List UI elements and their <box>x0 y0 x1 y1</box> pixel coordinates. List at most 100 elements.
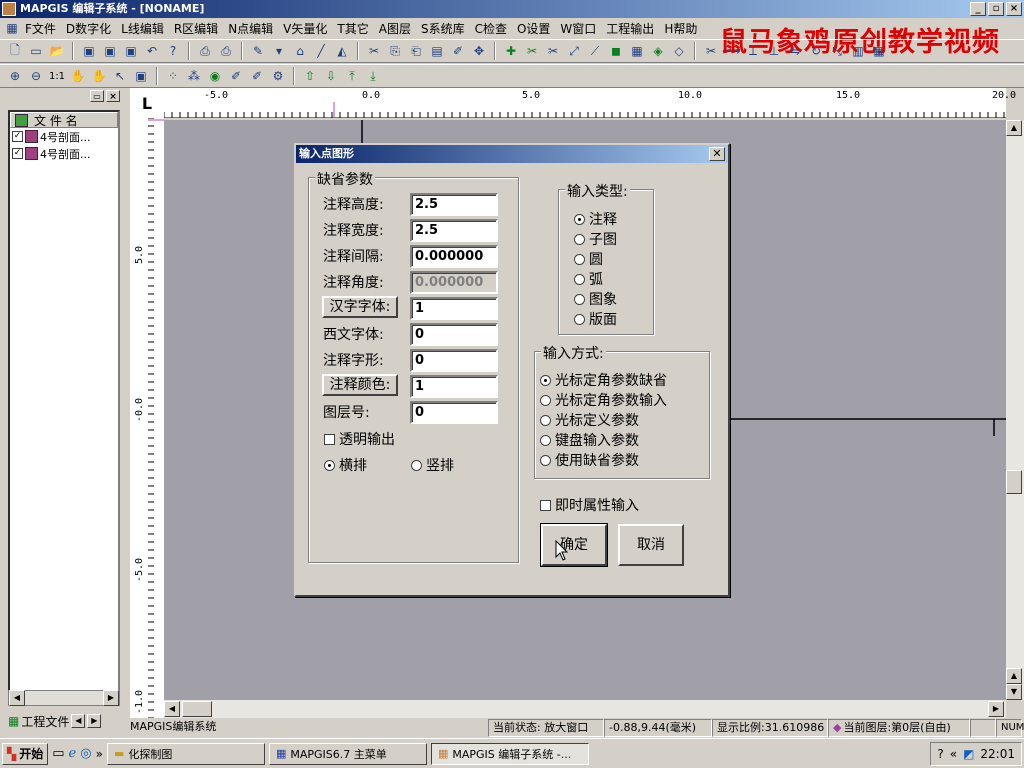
arrow-down-icon[interactable]: ⇩ <box>322 67 340 85</box>
start-button[interactable]: ▚ 开始 <box>2 742 49 765</box>
point-copy-icon[interactable]: ✐ <box>248 67 266 85</box>
pan-icon[interactable]: ✋ <box>90 67 108 85</box>
rotate-icon[interactable]: ↻ <box>807 42 825 60</box>
line-input-icon[interactable]: ╱ <box>312 42 330 60</box>
menu-line-edit[interactable]: L线编辑 <box>116 20 169 37</box>
radio-dot[interactable] <box>324 459 335 471</box>
menu-app-icon[interactable]: ▦ <box>4 19 20 37</box>
chinese-font-field[interactable]: 1 <box>410 297 498 320</box>
menu-vectorize[interactable]: V矢量化 <box>278 20 332 37</box>
actual-size-icon[interactable]: 1:1 <box>48 67 66 85</box>
input-type-layout-radio[interactable]: 版面 <box>574 309 617 329</box>
radio-dot[interactable] <box>411 459 422 471</box>
menu-window[interactable]: W窗口 <box>555 20 601 37</box>
input-type-image-radio[interactable]: 图象 <box>574 289 617 309</box>
quicklaunch-more-icon[interactable]: » <box>96 747 103 761</box>
radio-dot[interactable] <box>574 313 585 325</box>
scroll-left-icon[interactable]: ◀ <box>9 690 25 706</box>
task-button[interactable]: ▬ 化探制图 <box>106 742 265 765</box>
clip-icon[interactable]: ▤ <box>428 42 446 60</box>
input-method-radio[interactable]: 光标定角参数输入 <box>540 390 667 410</box>
menu-check[interactable]: C检查 <box>470 20 512 37</box>
open-folder-icon[interactable]: 📂 <box>48 42 66 60</box>
zoom-out-icon[interactable]: ⊖ <box>27 67 45 85</box>
panel-horizontal-scrollbar[interactable]: ◀ ▶ <box>8 690 120 706</box>
node-icon[interactable]: ✚ <box>502 42 520 60</box>
menu-point-edit[interactable]: N点编辑 <box>223 20 278 37</box>
attribute-icon[interactable]: ▥ <box>849 42 867 60</box>
menu-help[interactable]: H帮助 <box>659 20 702 37</box>
input-type-annotation-radio[interactable]: 注释 <box>574 209 617 229</box>
vertical-radio[interactable]: 竖排 <box>411 455 454 475</box>
horizontal-radio[interactable]: 横排 <box>324 455 367 475</box>
annotation-color-field[interactable]: 1 <box>410 375 498 398</box>
annotation-color-button[interactable]: 注释颜色: <box>322 374 398 396</box>
task-button[interactable]: ▦ MAPGIS6.7 主菜单 <box>268 742 427 765</box>
help-icon[interactable]: ? <box>164 42 182 60</box>
help-tray-icon[interactable]: ? <box>937 747 943 761</box>
chinese-font-button[interactable]: 汉字字体: <box>322 296 398 318</box>
input-type-subgraph-radio[interactable]: 子图 <box>574 229 617 249</box>
radio-dot[interactable] <box>540 414 551 426</box>
file-name-header[interactable]: 文 件 名 <box>10 112 118 128</box>
new-file-icon[interactable]: 🗋 <box>6 42 24 60</box>
file-checkbox[interactable]: ✓ <box>12 131 23 142</box>
point-move-icon[interactable]: ✐ <box>227 67 245 85</box>
printer-icon[interactable]: ⎙ <box>217 42 235 60</box>
menu-system-lib[interactable]: S系统库 <box>416 20 470 37</box>
zoom-in-icon[interactable]: ⊕ <box>6 67 24 85</box>
western-font-field[interactable]: 0 <box>410 323 498 346</box>
dropdown-arrow-icon[interactable]: ▾ <box>270 42 288 60</box>
quicklaunch-media-icon[interactable]: ◎ <box>80 746 91 761</box>
menu-file[interactable]: F文件 <box>20 20 61 37</box>
point-edit-icon[interactable]: ◉ <box>206 67 224 85</box>
connect-icon[interactable]: ⤢ <box>565 42 583 60</box>
save-all-icon[interactable]: ▣ <box>122 42 140 60</box>
hand-icon[interactable]: ✋ <box>69 67 87 85</box>
radio-dot[interactable] <box>574 293 585 305</box>
checkbox-box[interactable] <box>540 499 551 511</box>
split-icon[interactable]: ⟂ <box>744 42 762 60</box>
extend-icon[interactable]: ⟶ <box>723 42 741 60</box>
network-tray-icon[interactable]: ◩ <box>963 747 974 761</box>
radio-dot[interactable] <box>574 213 585 225</box>
point-param-icon[interactable]: ⚙ <box>269 67 287 85</box>
dialog-close-button[interactable]: ✕ <box>709 147 725 161</box>
annotation-spacing-field[interactable]: 0.000000 <box>410 245 498 268</box>
undo-icon[interactable]: ↶ <box>143 42 161 60</box>
quicklaunch-ie-icon[interactable]: ℯ <box>69 746 77 761</box>
scroll-up-icon[interactable]: ▲ <box>1006 120 1022 136</box>
horizontal-scroll-thumb[interactable] <box>182 701 212 717</box>
cancel-button[interactable]: 取消 <box>618 524 684 566</box>
scroll-down-icon[interactable]: ▼ <box>1006 684 1022 700</box>
region-fill-icon[interactable]: ◈ <box>649 42 667 60</box>
cut-line-icon[interactable]: ✂ <box>544 42 562 60</box>
arrow-top-icon[interactable]: ⤒ <box>343 67 361 85</box>
scale-icon[interactable]: ⤡ <box>828 42 846 60</box>
point-input-icon[interactable]: ⌂ <box>291 42 309 60</box>
scroll-left-icon[interactable]: ◀ <box>164 701 180 717</box>
scroll-right-icon[interactable]: ▶ <box>988 701 1004 717</box>
window-icon[interactable]: ▣ <box>132 67 150 85</box>
arrow-bottom-icon[interactable]: ⤓ <box>364 67 382 85</box>
tray-expand-icon[interactable]: « <box>950 747 957 761</box>
radio-dot[interactable] <box>540 434 551 446</box>
file-checkbox[interactable]: ✓ <box>12 148 23 159</box>
radio-dot[interactable] <box>540 454 551 466</box>
input-method-radio[interactable]: 使用缺省参数 <box>540 450 639 470</box>
copy-icon[interactable]: ⎘ <box>386 42 404 60</box>
edit-icon[interactable]: ✐ <box>449 42 467 60</box>
panel-close-button[interactable]: × <box>106 90 120 102</box>
canvas-horizontal-scrollbar[interactable]: ◀ ▶ <box>164 700 1006 718</box>
input-method-radio[interactable]: 光标定角参数缺省 <box>540 370 667 390</box>
menu-project-output[interactable]: 工程输出 <box>601 20 659 37</box>
pointer-icon[interactable]: ↖ <box>111 67 129 85</box>
region-input-icon[interactable]: ◭ <box>333 42 351 60</box>
checkbox-box[interactable] <box>324 433 335 445</box>
menu-settings[interactable]: O设置 <box>512 20 555 37</box>
input-method-radio[interactable]: 光标定义参数 <box>540 410 639 430</box>
quicklaunch-desktop-icon[interactable]: ▭ <box>52 746 64 761</box>
task-button-active[interactable]: ▦ MAPGIS 编辑子系统 -... <box>430 742 589 765</box>
annotation-height-field[interactable]: 2.5 <box>410 193 498 216</box>
save-icon[interactable]: ▣ <box>80 42 98 60</box>
